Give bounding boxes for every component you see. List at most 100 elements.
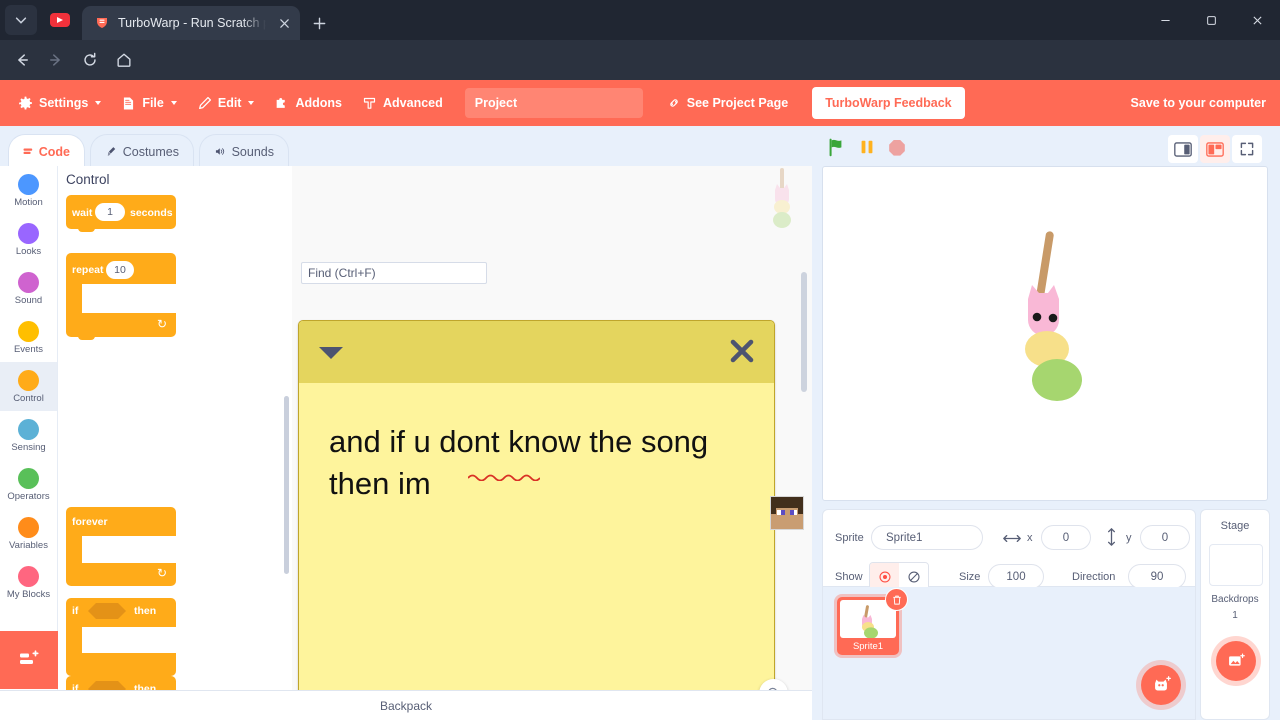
add-backdrop-button[interactable] [1216,641,1256,681]
file-icon [124,97,134,109]
project-name-input[interactable]: Project [464,88,643,118]
sprite-selector-pane: Sprite1 [822,587,1196,720]
show-label: Show [835,571,863,583]
category-events-label: Events [13,343,44,355]
sprite-card[interactable]: Sprite1 [837,588,908,655]
backpack-bar[interactable]: Backpack [0,690,812,720]
comment-title-bar[interactable] [299,321,774,383]
reload-icon[interactable] [78,48,102,72]
block-input-seconds[interactable]: 1 [95,203,125,221]
category-looks[interactable]: Looks [0,215,57,264]
direction-input[interactable]: 90 [1128,564,1186,589]
category-dot-icon [18,467,39,489]
pause-button[interactable] [852,132,882,162]
category-dot-icon [18,369,39,391]
add-extension-button[interactable] [0,631,58,689]
tab-costumes-label: Costumes [122,144,179,159]
fullscreen-button[interactable] [1232,135,1262,163]
code-workspace[interactable]: and if u dont know the song then im [292,166,812,720]
menu-advanced[interactable]: Advanced [352,88,453,118]
category-events[interactable]: Events [0,313,57,362]
x-input[interactable]: 0 [1041,525,1091,550]
see-project-page-button[interactable]: See Project Page [657,88,798,118]
block-palette[interactable]: Control wait 1 seconds repeat 10 ↻ forev… [58,166,292,720]
eye-visible-icon [878,570,891,583]
category-variables-label: Variables [9,539,48,551]
large-stage-layout-button[interactable] [1200,135,1230,163]
menu-addons[interactable]: Addons [264,88,352,118]
window-controls [1142,0,1280,40]
category-motion[interactable]: Motion [0,166,57,215]
menu-settings[interactable]: Settings [8,88,111,118]
block-word: then [134,605,157,617]
stop-button[interactable] [882,132,912,162]
editor-body: Code Costumes Sounds Motion Looks Sound … [0,126,1280,720]
tab-code-label: Code [38,144,70,159]
menu-file-label: File [142,96,164,110]
category-dot-icon [18,222,39,244]
tab-sounds-label: Sounds [231,144,274,159]
back-arrow-icon[interactable] [10,48,34,72]
collapse-triangle-icon[interactable] [319,347,343,359]
y-label: y [1126,532,1132,544]
category-sound[interactable]: Sound [0,264,57,313]
tab-close-icon[interactable] [274,13,294,33]
close-x-icon[interactable] [724,333,760,369]
workspace-comment[interactable]: and if u dont know the song then im [298,320,775,720]
comment-text[interactable]: and if u dont know the song then im [329,421,749,506]
browser-tab[interactable]: TurboWarp - Run Scratch proje [82,6,300,40]
show-hidden-button[interactable] [899,563,928,590]
home-icon[interactable] [112,48,136,72]
menu-file[interactable]: File [111,88,187,118]
category-dot-icon [18,173,39,195]
horizontal-arrows-icon [1003,531,1021,549]
menu-addons-label: Addons [295,96,342,110]
sprite-delete-button[interactable] [885,588,908,611]
spellcheck-squiggle-icon [468,474,540,481]
small-stage-layout-icon [1174,141,1192,157]
stage-canvas[interactable] [822,166,1268,501]
backdrops-label: Backdrops [1211,594,1259,605]
turbowarp-menu-bar: Settings File Edit Addons Advanced Proje… [0,80,1280,126]
category-variables[interactable]: Variables [0,509,57,558]
tab-code[interactable]: Code [8,134,85,168]
small-stage-layout-button[interactable] [1168,135,1198,163]
window-maximize-button[interactable] [1188,0,1234,40]
y-input[interactable]: 0 [1140,525,1190,550]
stage-column: Sprite Sprite1 x 0 y 0 Show Size 100 Dir… [812,126,1280,720]
boolean-slot[interactable] [88,603,126,619]
add-backdrop-image-icon [1229,653,1245,666]
save-to-computer-link[interactable]: Save to your computer [1131,96,1266,110]
tab-search-chevron-icon[interactable] [5,5,37,35]
youtube-icon[interactable] [44,5,76,35]
stage-panel[interactable]: Stage Backdrops 1 [1200,509,1270,720]
block-input-repeat[interactable]: 10 [106,261,134,279]
category-control[interactable]: Control [0,362,57,411]
palette-heading: Control [66,172,110,187]
sprite-name-input[interactable]: Sprite1 [871,525,983,550]
workspace-vertical-scrollbar[interactable] [801,272,807,392]
window-minimize-button[interactable] [1142,0,1188,40]
category-my-blocks[interactable]: My Blocks [0,558,57,607]
browser-nav-bar: turbowarp.org/editor [0,40,1280,115]
new-tab-button[interactable] [305,9,333,37]
show-visible-button[interactable] [870,563,899,590]
turbowarp-feedback-button[interactable]: TurboWarp Feedback [812,87,965,119]
category-dot-icon [18,565,39,587]
tab-sounds[interactable]: Sounds [199,134,289,168]
loop-arrow-icon: ↻ [157,317,168,331]
menu-edit-label: Edit [217,96,242,110]
tab-costumes[interactable]: Costumes [90,134,194,168]
editor-tab-row: Code Costumes Sounds [0,126,812,168]
palette-scrollbar[interactable] [284,396,289,574]
size-input[interactable]: 100 [988,564,1044,589]
puzzle-icon [277,97,286,108]
menu-edit[interactable]: Edit [187,88,265,118]
add-sprite-button[interactable] [1141,665,1181,705]
window-close-button[interactable] [1234,0,1280,40]
category-operators[interactable]: Operators [0,460,57,509]
category-sensing[interactable]: Sensing [0,411,57,460]
block-word: wait [72,207,93,219]
green-flag-button[interactable] [822,132,852,162]
search-input[interactable]: Find (Ctrl+F) [301,262,487,284]
